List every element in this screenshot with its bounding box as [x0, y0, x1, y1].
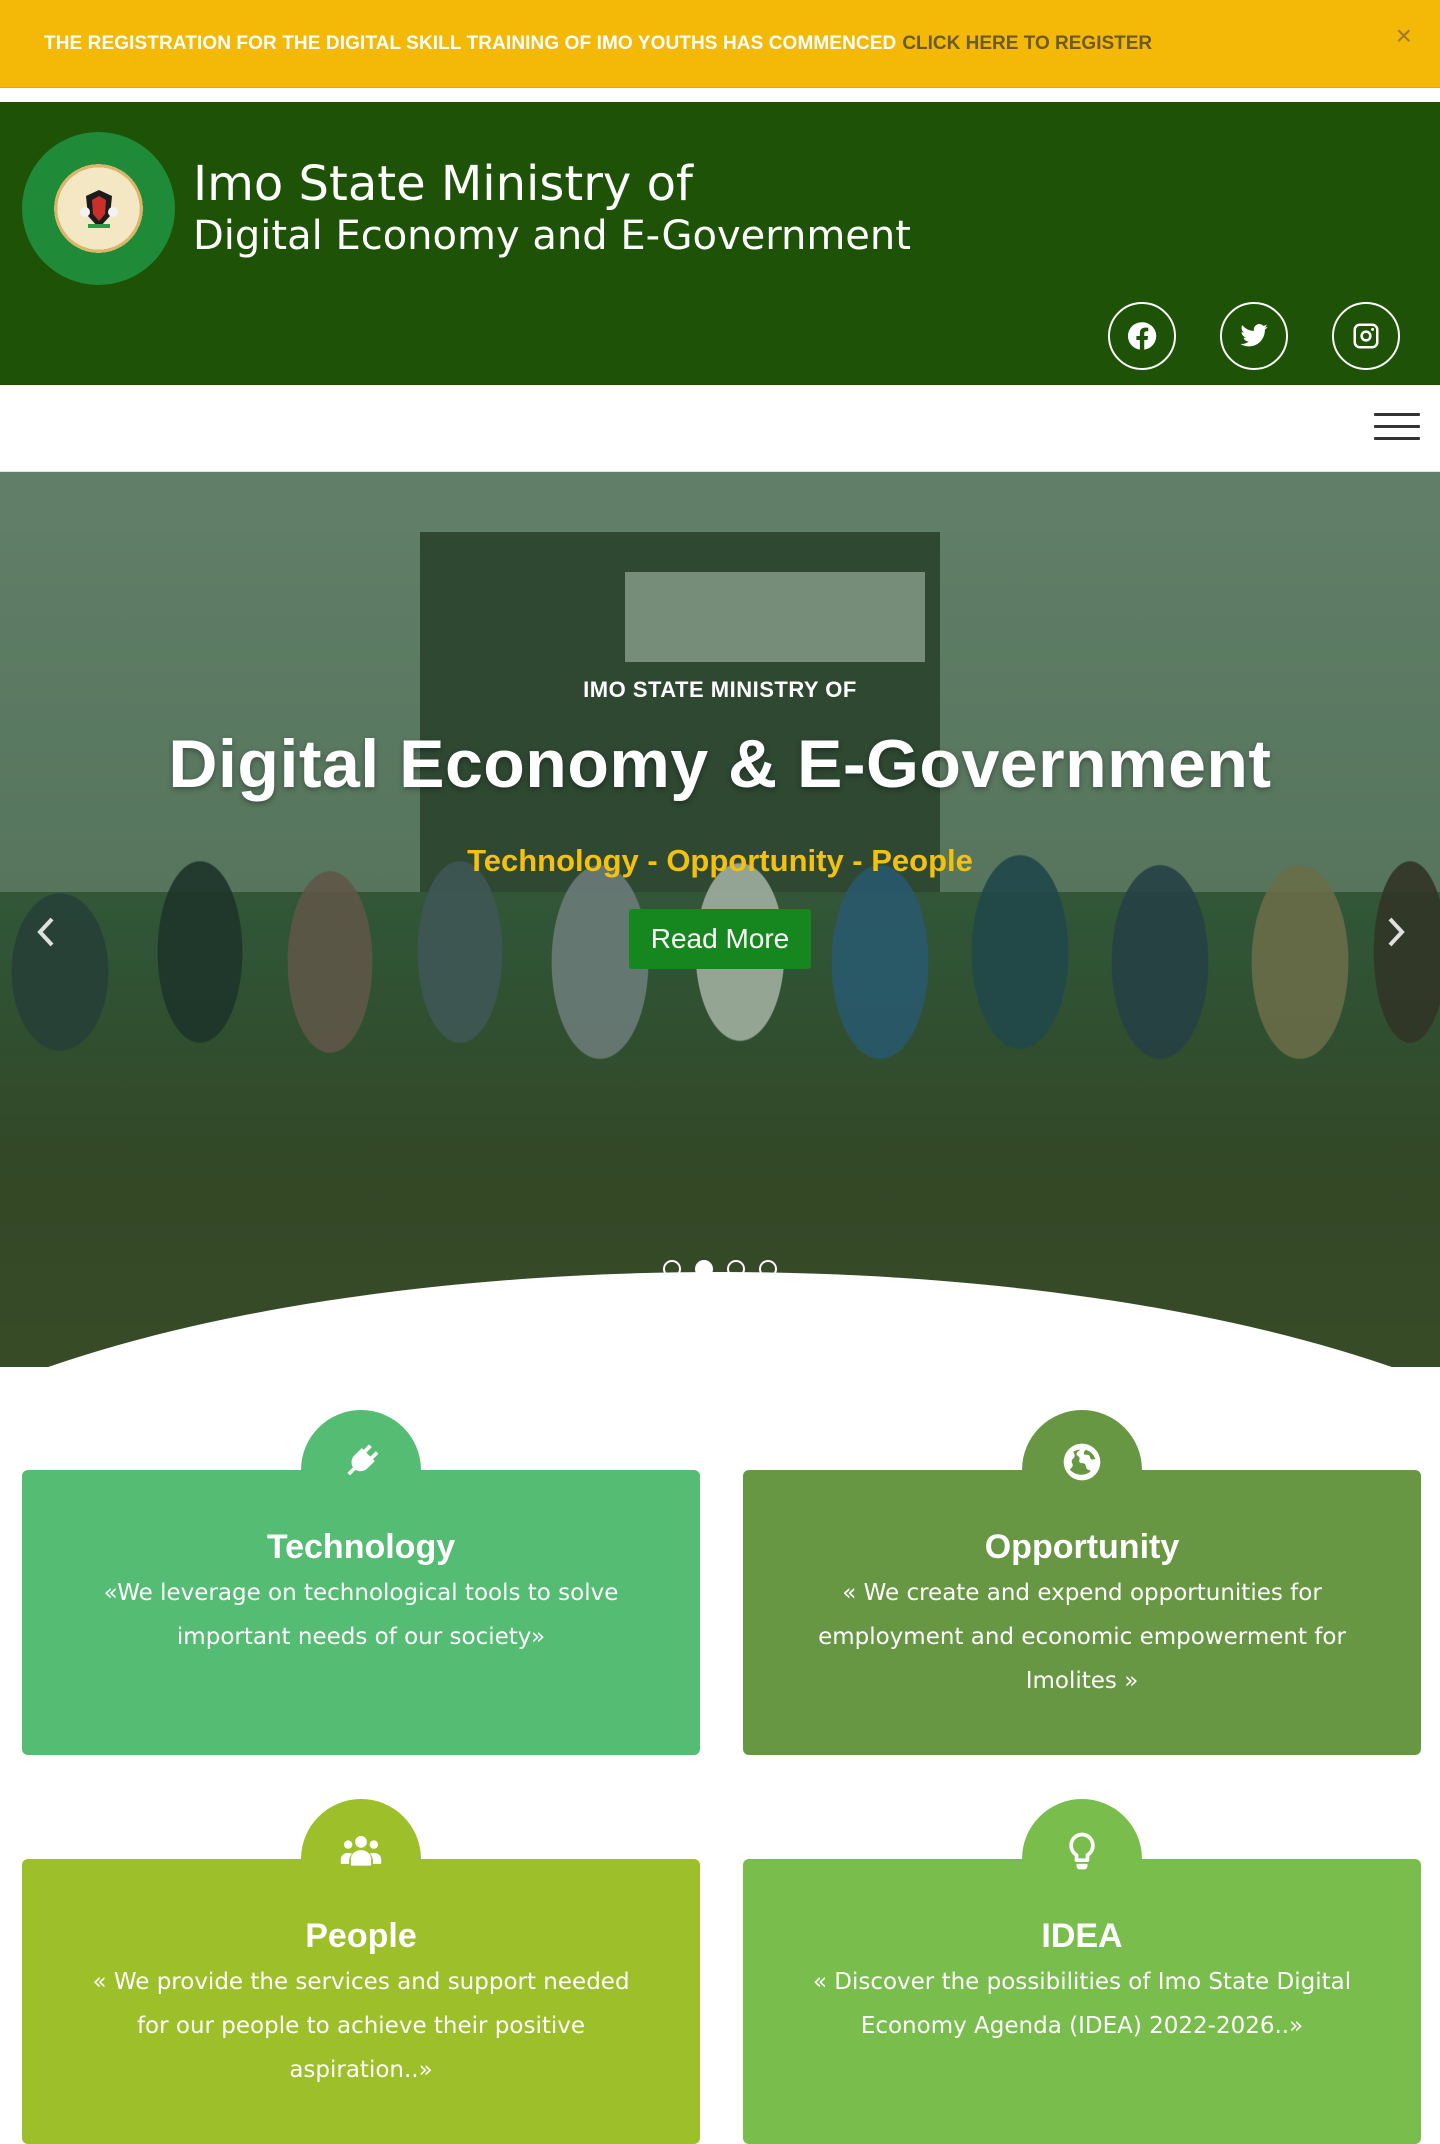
opportunity-card[interactable]: Opportunity « We create and expend oppor…	[743, 1410, 1421, 1755]
card-title: Technology	[266, 1528, 456, 1566]
facebook-icon	[1127, 322, 1157, 350]
site-title-line2: Digital Economy and E-Government	[193, 213, 911, 259]
card-title: Opportunity	[984, 1528, 1180, 1566]
globe-icon	[1063, 1443, 1101, 1481]
instagram-link[interactable]	[1332, 302, 1400, 370]
chevron-left-icon	[37, 917, 54, 947]
site-title-line1: Imo State Ministry of	[193, 156, 693, 212]
card-text: « Discover the possibilities of Imo Stat…	[812, 1969, 1352, 2039]
hero-kicker: IMO STATE MINISTRY OF	[583, 677, 857, 702]
announcement-message: THE REGISTRATION FOR THE DIGITAL SKILL T…	[44, 32, 897, 54]
menu-toggle-button[interactable]	[1374, 413, 1420, 445]
card-title: IDEA	[1041, 1917, 1123, 1955]
hamburger-icon	[1374, 413, 1420, 416]
plug-icon	[347, 1444, 379, 1476]
instagram-icon	[1353, 323, 1379, 349]
next-slide-button[interactable]	[1382, 907, 1412, 957]
hero-subtitle: Technology - Opportunity - People	[467, 843, 973, 878]
close-announcement-button[interactable]: ×	[1396, 22, 1412, 50]
hero-caption: IMO STATE MINISTRY OF Digital Economy & …	[0, 677, 1440, 969]
coat-of-arms-icon	[79, 189, 118, 228]
card-title: People	[305, 1917, 417, 1955]
site-title[interactable]: Imo State Ministry of Digital Economy an…	[193, 156, 911, 260]
card-text: «We leverage on technological tools to s…	[103, 1580, 619, 1650]
twitter-link[interactable]	[1220, 302, 1288, 370]
announcement-bar: THE REGISTRATION FOR THE DIGITAL SKILL T…	[0, 0, 1440, 88]
lightbulb-icon	[1069, 1832, 1095, 1870]
idea-card[interactable]: IDEA « Discover the possibilities of Imo…	[743, 1799, 1421, 2144]
card-text: « We provide the services and support ne…	[92, 1969, 630, 2083]
card-text: « We create and expend opportunities for…	[818, 1580, 1346, 1694]
twitter-icon	[1240, 324, 1268, 347]
technology-card[interactable]: Technology «We leverage on technological…	[22, 1410, 700, 1755]
hero-slider: IMO STATE MINISTRY OF Digital Economy & …	[0, 472, 1440, 1367]
previous-slide-button[interactable]	[30, 907, 60, 957]
register-link[interactable]: CLICK HERE TO REGISTER	[902, 33, 1152, 55]
users-icon	[340, 1835, 382, 1866]
chevron-right-icon	[1388, 917, 1405, 947]
navbar	[0, 385, 1440, 472]
site-header: Imo State Ministry of Digital Economy an…	[0, 102, 1440, 385]
state-seal-logo[interactable]	[22, 132, 175, 285]
people-card[interactable]: People « We provide the services and sup…	[22, 1799, 700, 2144]
read-more-button[interactable]: Read More	[628, 909, 812, 969]
hero-title: Digital Economy & E-Government	[168, 726, 1272, 802]
facebook-link[interactable]	[1108, 302, 1176, 370]
